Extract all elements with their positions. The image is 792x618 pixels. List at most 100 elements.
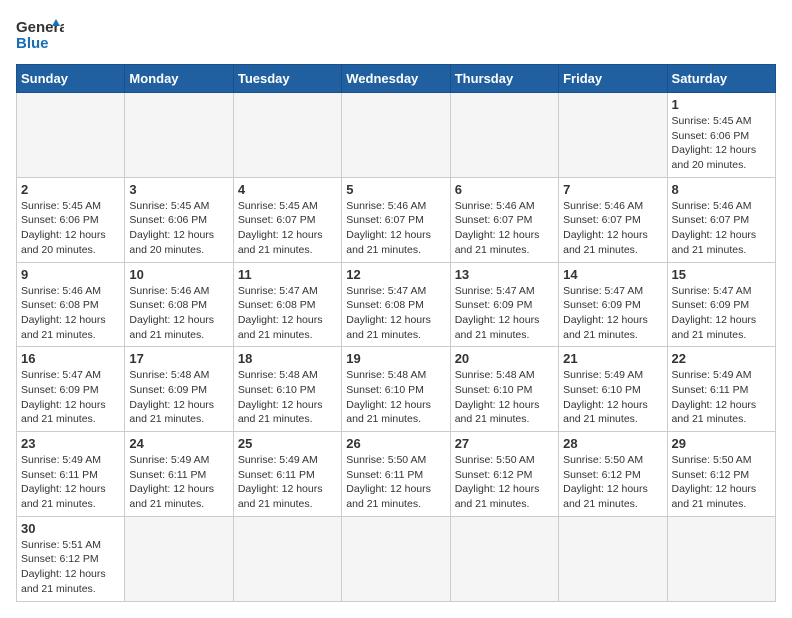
day-number: 2 [21,182,120,197]
calendar-table: SundayMondayTuesdayWednesdayThursdayFrid… [16,64,776,602]
day-cell: 30Sunrise: 5:51 AM Sunset: 6:12 PM Dayli… [17,516,125,601]
day-cell: 23 Sunrise: 5:49 AM Sunset: 6:11 PM Dayli… [17,432,125,517]
day-cell: 21 Sunrise: 5:49 AM Sunset: 6:10 PM Dayli… [559,347,667,432]
day-info: Sunrise: 5:48 AM Sunset: 6:10 PM Dayligh… [238,368,337,427]
day-number: 28 [563,436,662,451]
day-info: Sunrise: 5:50 AM Sunset: 6:11 PM Dayligh… [346,453,445,512]
day-number: 11 [238,267,337,282]
day-info: Sunrise: 5:48 AM Sunset: 6:10 PM Dayligh… [455,368,554,427]
day-cell: 20 Sunrise: 5:48 AM Sunset: 6:10 PM Dayli… [450,347,558,432]
weekday-header-friday: Friday [559,65,667,93]
day-number: 4 [238,182,337,197]
day-cell: 16 Sunrise: 5:47 AM Sunset: 6:09 PM Dayli… [17,347,125,432]
day-info: Sunrise: 5:46 AM Sunset: 6:07 PM Dayligh… [563,199,662,258]
day-cell: 11 Sunrise: 5:47 AM Sunset: 6:08 PM Dayli… [233,262,341,347]
day-number: 22 [672,351,771,366]
weekday-header-row: SundayMondayTuesdayWednesdayThursdayFrid… [17,65,776,93]
day-cell [559,516,667,601]
day-info: Sunrise: 5:46 AM Sunset: 6:08 PM Dayligh… [21,284,120,343]
day-cell [342,516,450,601]
day-number: 21 [563,351,662,366]
week-row-4: 16 Sunrise: 5:47 AM Sunset: 6:09 PM Dayli… [17,347,776,432]
day-number: 1 [672,97,771,112]
day-number: 26 [346,436,445,451]
day-cell: 13Sunrise: 5:47 AM Sunset: 6:09 PM Dayli… [450,262,558,347]
day-info: Sunrise: 5:47 AM Sunset: 6:08 PM Dayligh… [238,284,337,343]
day-info: Sunrise: 5:49 AM Sunset: 6:11 PM Dayligh… [21,453,120,512]
day-number: 15 [672,267,771,282]
day-cell [450,93,558,178]
day-info: Sunrise: 5:47 AM Sunset: 6:09 PM Dayligh… [455,284,554,343]
logo-svg: GeneralBlue [16,16,64,52]
day-cell: 19Sunrise: 5:48 AM Sunset: 6:10 PM Dayli… [342,347,450,432]
day-cell: 12 Sunrise: 5:47 AM Sunset: 6:08 PM Dayli… [342,262,450,347]
day-number: 12 [346,267,445,282]
day-cell: 7Sunrise: 5:46 AM Sunset: 6:07 PM Daylig… [559,177,667,262]
weekday-header-thursday: Thursday [450,65,558,93]
day-number: 27 [455,436,554,451]
day-info: Sunrise: 5:50 AM Sunset: 6:12 PM Dayligh… [672,453,771,512]
weekday-header-tuesday: Tuesday [233,65,341,93]
day-cell: 27 Sunrise: 5:50 AM Sunset: 6:12 PM Dayli… [450,432,558,517]
day-number: 16 [21,351,120,366]
weekday-header-wednesday: Wednesday [342,65,450,93]
week-row-6: 30Sunrise: 5:51 AM Sunset: 6:12 PM Dayli… [17,516,776,601]
day-cell: 26 Sunrise: 5:50 AM Sunset: 6:11 PM Dayli… [342,432,450,517]
day-cell: 1Sunrise: 5:45 AM Sunset: 6:06 PM Daylig… [667,93,775,178]
day-cell: 6Sunrise: 5:46 AM Sunset: 6:07 PM Daylig… [450,177,558,262]
day-cell: 28 Sunrise: 5:50 AM Sunset: 6:12 PM Dayli… [559,432,667,517]
day-info: Sunrise: 5:46 AM Sunset: 6:08 PM Dayligh… [129,284,228,343]
day-cell: 9 Sunrise: 5:46 AM Sunset: 6:08 PM Daylig… [17,262,125,347]
weekday-header-sunday: Sunday [17,65,125,93]
day-info: Sunrise: 5:47 AM Sunset: 6:09 PM Dayligh… [672,284,771,343]
day-cell: 5 Sunrise: 5:46 AM Sunset: 6:07 PM Daylig… [342,177,450,262]
week-row-3: 9 Sunrise: 5:46 AM Sunset: 6:08 PM Daylig… [17,262,776,347]
day-number: 3 [129,182,228,197]
day-info: Sunrise: 5:48 AM Sunset: 6:10 PM Dayligh… [346,368,445,427]
day-cell: 3Sunrise: 5:45 AM Sunset: 6:06 PM Daylig… [125,177,233,262]
day-number: 10 [129,267,228,282]
day-cell [17,93,125,178]
day-cell: 10 Sunrise: 5:46 AM Sunset: 6:08 PM Dayli… [125,262,233,347]
day-cell: 2 Sunrise: 5:45 AM Sunset: 6:06 PM Daylig… [17,177,125,262]
svg-text:Blue: Blue [16,35,49,52]
day-cell: 22Sunrise: 5:49 AM Sunset: 6:11 PM Dayli… [667,347,775,432]
day-cell: 17 Sunrise: 5:48 AM Sunset: 6:09 PM Dayli… [125,347,233,432]
day-number: 8 [672,182,771,197]
day-info: Sunrise: 5:45 AM Sunset: 6:07 PM Dayligh… [238,199,337,258]
day-number: 18 [238,351,337,366]
day-info: Sunrise: 5:51 AM Sunset: 6:12 PM Dayligh… [21,538,120,597]
day-cell [667,516,775,601]
day-info: Sunrise: 5:46 AM Sunset: 6:07 PM Dayligh… [672,199,771,258]
day-info: Sunrise: 5:49 AM Sunset: 6:10 PM Dayligh… [563,368,662,427]
day-cell [233,516,341,601]
day-number: 20 [455,351,554,366]
day-info: Sunrise: 5:49 AM Sunset: 6:11 PM Dayligh… [129,453,228,512]
day-cell [125,516,233,601]
day-cell [450,516,558,601]
day-info: Sunrise: 5:50 AM Sunset: 6:12 PM Dayligh… [563,453,662,512]
day-cell [559,93,667,178]
day-number: 23 [21,436,120,451]
day-number: 29 [672,436,771,451]
weekday-header-monday: Monday [125,65,233,93]
week-row-1: 1Sunrise: 5:45 AM Sunset: 6:06 PM Daylig… [17,93,776,178]
day-info: Sunrise: 5:46 AM Sunset: 6:07 PM Dayligh… [455,199,554,258]
day-info: Sunrise: 5:45 AM Sunset: 6:06 PM Dayligh… [21,199,120,258]
day-cell: 18 Sunrise: 5:48 AM Sunset: 6:10 PM Dayli… [233,347,341,432]
day-info: Sunrise: 5:46 AM Sunset: 6:07 PM Dayligh… [346,199,445,258]
day-number: 9 [21,267,120,282]
day-cell [233,93,341,178]
weekday-header-saturday: Saturday [667,65,775,93]
day-number: 5 [346,182,445,197]
day-cell: 15 Sunrise: 5:47 AM Sunset: 6:09 PM Dayli… [667,262,775,347]
day-number: 17 [129,351,228,366]
day-number: 14 [563,267,662,282]
day-number: 25 [238,436,337,451]
day-info: Sunrise: 5:48 AM Sunset: 6:09 PM Dayligh… [129,368,228,427]
day-cell: 25Sunrise: 5:49 AM Sunset: 6:11 PM Dayli… [233,432,341,517]
day-info: Sunrise: 5:50 AM Sunset: 6:12 PM Dayligh… [455,453,554,512]
day-info: Sunrise: 5:47 AM Sunset: 6:09 PM Dayligh… [21,368,120,427]
header: GeneralBlue [16,16,776,52]
day-info: Sunrise: 5:47 AM Sunset: 6:08 PM Dayligh… [346,284,445,343]
